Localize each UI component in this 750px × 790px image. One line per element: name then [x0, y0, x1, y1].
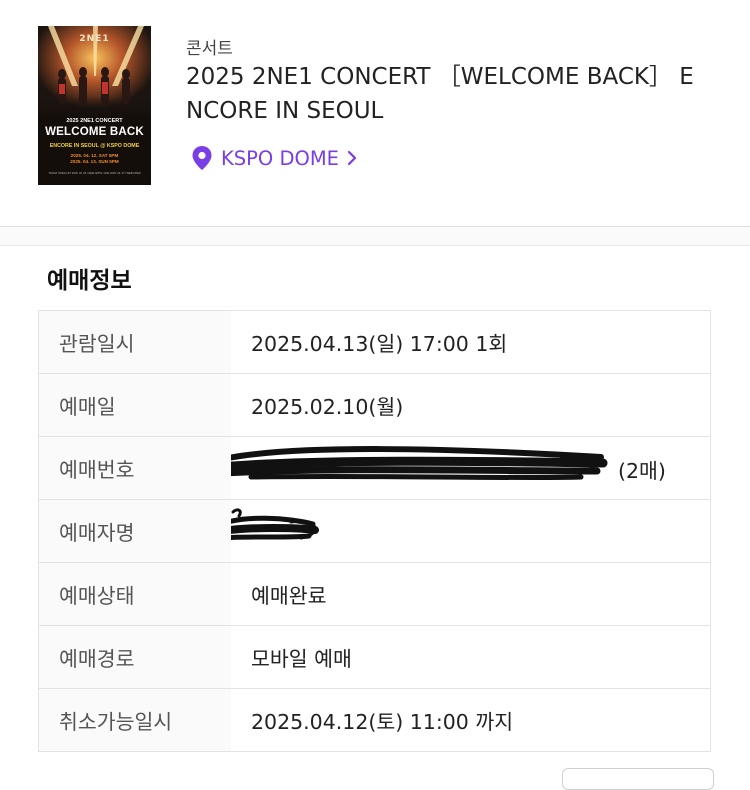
row-value: 2025.04.13(일) 17:00 1회 [231, 310, 711, 374]
row-value: 2025.04.12(토) 11:00 까지 [231, 688, 711, 752]
booking-info-table: 관람일시 2025.04.13(일) 17:00 1회 예매일 2025.02.… [38, 310, 711, 752]
poster-logo: 2NE1 [79, 34, 110, 44]
row-value: 예매완료 [231, 562, 711, 626]
event-category: 콘서트 [186, 39, 233, 59]
redaction-scribble [231, 508, 319, 540]
booker-name-cell [231, 499, 711, 563]
row-value: 모바일 예매 [231, 625, 711, 689]
row-value: 2025.02.10(월) [231, 373, 711, 437]
poster-date-2: 2025. 04. 13. SUN 5PM [70, 159, 119, 165]
ticket-count: (2매) [618, 459, 666, 483]
venue-link[interactable]: KSPO DOME [191, 145, 357, 171]
table-row: 예매일 2025.02.10(월) [38, 373, 711, 437]
row-label: 예매경로 [38, 625, 231, 689]
table-row: 예매번호 (2매) [38, 436, 711, 500]
concert-poster[interactable]: 2NE1 2025 2NE1 CONCERT WELCOME BACK ENCO… [38, 26, 151, 185]
event-title: 2025 2NE1 CONCERT ［WELCOME BACK］ ENCORE … [186, 64, 694, 124]
section-gap [0, 227, 750, 245]
map-pin-icon [192, 146, 212, 170]
row-label: 관람일시 [38, 310, 231, 374]
poster-encore: ENCORE IN SEOUL @ KSPO DOME [49, 143, 140, 149]
row-label: 예매번호 [38, 436, 231, 500]
section-divider [0, 245, 750, 246]
table-row: 취소가능일시 2025.04.12(토) 11:00 까지 [38, 688, 711, 752]
poster-subtitle: 2025 2NE1 CONCERT [66, 118, 123, 124]
poster-fine-print: TICKET OPEN 1ST 2025. 02. 06 / NEW APPN … [48, 172, 141, 175]
poster-title: WELCOME BACK [45, 126, 144, 138]
chevron-right-icon [347, 150, 357, 166]
booking-info-title: 예매정보 [47, 268, 132, 294]
table-row: 예매경로 모바일 예매 [38, 625, 711, 689]
row-label: 예매일 [38, 373, 231, 437]
reservation-number-cell: (2매) [231, 436, 711, 500]
venue-name: KSPO DOME [221, 146, 339, 170]
table-row: 예매자명 [38, 499, 711, 563]
poster-dates: 2025. 04. 12. SAT 5PM 2025. 04. 13. SUN … [38, 153, 151, 166]
table-row: 관람일시 2025.04.13(일) 17:00 1회 [38, 310, 711, 374]
row-label: 취소가능일시 [38, 688, 231, 752]
row-label: 예매자명 [38, 499, 231, 563]
row-label: 예매상태 [38, 562, 231, 626]
table-row: 예매상태 예매완료 [38, 562, 711, 626]
bottom-action-button[interactable] [562, 768, 714, 790]
event-header: 2NE1 2025 2NE1 CONCERT WELCOME BACK ENCO… [0, 0, 750, 226]
